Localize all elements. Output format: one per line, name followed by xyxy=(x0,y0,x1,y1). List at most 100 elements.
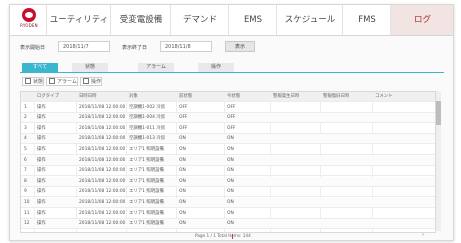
tab-all[interactable]: すべて xyxy=(22,63,58,72)
cell-datetime: 2018/11/08 12:00:00 xyxy=(79,157,126,163)
nav-tab-substation[interactable]: 受変電設備 xyxy=(110,5,171,35)
cell-curr-state: OFF xyxy=(227,115,236,121)
company-logo: RYODEN xyxy=(16,8,42,32)
cell-datetime: 2018/11/08 12:00:00 xyxy=(79,115,126,121)
display-button[interactable]: 表示 xyxy=(225,41,255,52)
cell-datetime: 2018/11/08 12:00:00 xyxy=(79,200,126,205)
header-datetime: 日時日時 xyxy=(79,94,97,99)
cell-no: 3 xyxy=(24,125,27,131)
cell-type: 操作 xyxy=(37,136,46,142)
table-row[interactable]: 4 操作 2018/11/08 12:00:00 空調機1-013 冷房 ON ON xyxy=(21,134,435,145)
cell-no: 6 xyxy=(24,157,27,163)
end-date-label: 表示終了日 xyxy=(122,45,148,51)
scrollbar-thumb[interactable] xyxy=(436,101,441,125)
cell-no: 2 xyxy=(24,115,27,121)
cell-type: 操作 xyxy=(37,104,46,110)
tab-status[interactable]: 状態 xyxy=(72,63,108,72)
checkbox-status[interactable]: 状態 xyxy=(22,77,44,86)
nav-tab-log[interactable]: ログ xyxy=(390,5,453,35)
cell-prev-state: OFF xyxy=(179,125,188,131)
cell-target: 空調機1-004 冷房 xyxy=(129,115,166,121)
cell-type: 操作 xyxy=(37,147,46,152)
checkbox-alarm[interactable]: アラーム xyxy=(46,77,78,86)
cell-curr-state: ON xyxy=(227,136,234,142)
cell-type: 操作 xyxy=(37,210,46,216)
checkbox-icon xyxy=(83,78,89,84)
cell-no: 12 xyxy=(24,221,30,227)
cell-no: 8 xyxy=(24,178,27,184)
table-row[interactable]: 1 操作 2018/11/08 12:00:00 空調機1-002 冷房 OFF OFF xyxy=(21,103,435,113)
cursor-marker xyxy=(232,234,233,239)
tab-operation[interactable]: 操作 xyxy=(198,63,234,72)
cell-datetime: 2018/11/08 12:00:00 xyxy=(79,178,126,184)
cell-curr-state: OFF xyxy=(227,125,236,131)
cell-no: 4 xyxy=(24,136,27,142)
table-row[interactable]: 6 操作 2018/11/08 12:00:00 エリア1 照明設備 ON ON xyxy=(21,155,435,166)
table-row[interactable]: 9 操作 2018/11/08 12:00:00 エリア1 照明設備 ON ON xyxy=(21,187,435,198)
nav-tab-utility[interactable]: ユーティリティ xyxy=(46,5,111,35)
checkbox-icon xyxy=(25,78,31,84)
cell-curr-state: ON xyxy=(227,168,234,174)
cell-curr-state: ON xyxy=(227,221,234,227)
table-row[interactable]: 7 操作 2018/11/08 12:00:00 エリア1 照明設備 ON ON xyxy=(21,166,435,177)
cell-curr-state: ON xyxy=(227,147,234,152)
cell-curr-state: ON xyxy=(227,210,234,216)
cell-target: エリア1 照明設備 xyxy=(129,168,164,174)
table-row[interactable]: 3 操作 2018/11/08 12:00:00 空調機1-011 冷房 OFF OFF xyxy=(21,124,435,134)
nav-tab-demand[interactable]: デマンド xyxy=(170,5,229,35)
header-type: ログタイプ xyxy=(37,94,59,99)
cell-curr-state: OFF xyxy=(227,104,236,110)
nav-tab-schedule[interactable]: スケジュール xyxy=(276,5,343,35)
header-alarm-end: 警報復旧日時 xyxy=(323,94,350,99)
checkbox-label: 状態 xyxy=(33,79,44,85)
pager-next-icon[interactable]: › xyxy=(422,232,424,238)
header-alarm-start: 警報発生日時 xyxy=(273,94,300,99)
table-row[interactable]: 5 操作 2018/11/08 12:00:00 エリア1 照明設備 ON ON xyxy=(21,145,435,155)
cell-datetime: 2018/11/08 12:00:00 xyxy=(79,136,126,142)
checkbox-icon xyxy=(49,78,55,84)
tab-alarm[interactable]: アラーム xyxy=(138,63,174,72)
logo-mark-icon xyxy=(22,8,36,22)
checkbox-label: アラーム xyxy=(57,79,77,85)
cell-type: 操作 xyxy=(37,115,46,121)
cell-prev-state: ON xyxy=(179,178,186,184)
checkbox-label: 操作 xyxy=(91,79,102,85)
cell-type: 操作 xyxy=(37,178,46,184)
date-filter-bar: 表示開始日 2018/11/7 表示終了日 2018/11/8 表示 xyxy=(10,39,453,55)
cell-prev-state: ON xyxy=(179,136,186,142)
end-date-input[interactable]: 2018/11/8 xyxy=(160,41,212,52)
cell-no: 11 xyxy=(24,210,30,216)
cell-type: 操作 xyxy=(37,200,46,205)
table-row[interactable]: 12 操作 2018/11/08 12:00:00 エリア1 照明設備 ON ON xyxy=(21,219,435,230)
nav-tab-ems[interactable]: EMS xyxy=(228,5,277,35)
table-row[interactable]: 11 操作 2018/11/08 12:00:00 エリア1 照明設備 ON ON xyxy=(21,209,435,219)
cell-prev-state: ON xyxy=(179,210,186,216)
cell-type: 操作 xyxy=(37,168,46,174)
cell-datetime: 2018/11/08 12:00:00 xyxy=(79,147,126,152)
cell-type: 操作 xyxy=(37,189,46,195)
cell-prev-state: ON xyxy=(179,157,186,163)
cell-no: 10 xyxy=(24,200,30,205)
cell-datetime: 2018/11/08 12:00:00 xyxy=(79,189,126,195)
cell-target: エリア1 照明設備 xyxy=(129,210,164,216)
nav-tab-fms[interactable]: FMS xyxy=(342,5,391,35)
cell-curr-state: ON xyxy=(227,178,234,184)
start-date-input[interactable]: 2018/11/7 xyxy=(58,41,110,52)
logo-text: RYODEN xyxy=(20,23,38,28)
table-scrollbar[interactable] xyxy=(436,91,441,231)
header-target: 対象 xyxy=(129,94,138,99)
cell-prev-state: OFF xyxy=(179,115,188,121)
cell-target: エリア1 照明設備 xyxy=(129,200,164,205)
table-row[interactable]: 10 操作 2018/11/08 12:00:00 エリア1 照明設備 ON ON xyxy=(21,198,435,208)
cell-datetime: 2018/11/08 12:00:00 xyxy=(79,221,126,227)
cell-curr-state: ON xyxy=(227,200,234,205)
pager-text: Page 1 / 1 Total Items: 144 xyxy=(195,233,251,238)
header-comment: コメント xyxy=(375,94,393,99)
cell-target: エリア1 照明設備 xyxy=(129,189,164,195)
table-row[interactable]: 2 操作 2018/11/08 12:00:00 空調機1-004 冷房 OFF OFF xyxy=(21,113,435,124)
cell-target: エリア1 照明設備 xyxy=(129,157,164,163)
table-row[interactable]: 8 操作 2018/11/08 12:00:00 エリア1 照明設備 ON ON xyxy=(21,176,435,187)
checkbox-operation[interactable]: 操作 xyxy=(80,77,102,86)
cell-datetime: 2018/11/08 12:00:00 xyxy=(79,210,126,216)
top-navigation: RYODEN ユーティリティ 受変電設備 デマンド EMS スケジュール FMS… xyxy=(10,5,453,36)
